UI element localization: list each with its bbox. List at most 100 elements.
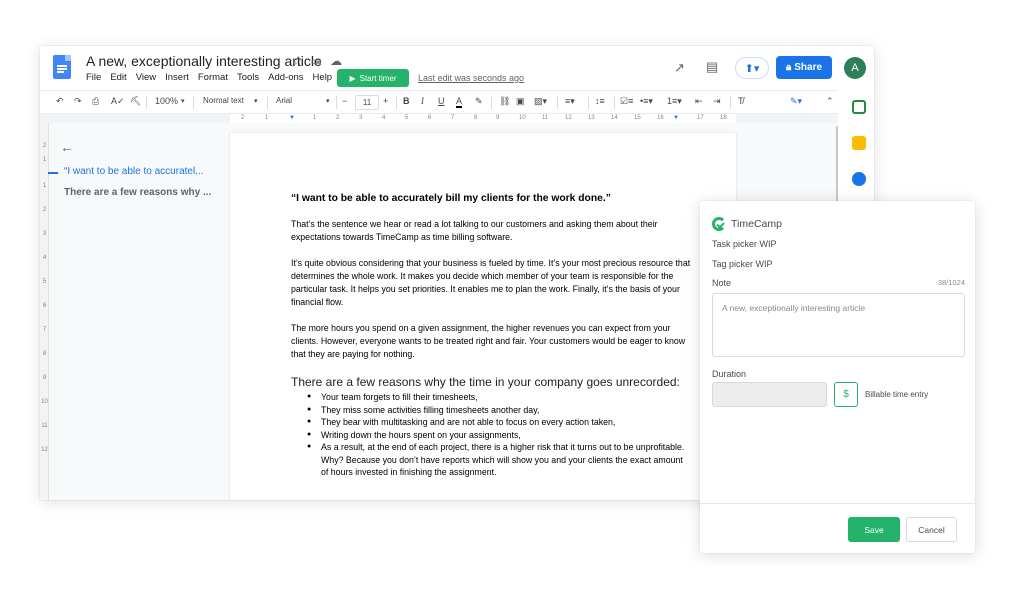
print-icon[interactable]: ⎙: [92, 96, 99, 107]
present-icon: ⬆▾: [744, 62, 760, 75]
chevron-down-icon[interactable]: ▾: [181, 97, 185, 105]
tasks-icon[interactable]: [852, 172, 866, 186]
ruler-number: 10: [519, 115, 526, 121]
checklist-icon[interactable]: ☑≡: [620, 96, 633, 107]
clear-formatting-icon[interactable]: T̸: [738, 96, 744, 106]
list-item: They miss some activities filling timesh…: [291, 404, 691, 417]
spellcheck-icon[interactable]: A✓: [111, 96, 125, 107]
ruler-indent-marker[interactable]: ▼: [289, 114, 295, 123]
text-color-icon[interactable]: A: [456, 96, 463, 108]
comments-icon[interactable]: ▤: [706, 59, 718, 75]
italic-icon[interactable]: I: [421, 96, 424, 106]
task-picker[interactable]: Task picker WIP: [712, 239, 777, 249]
start-timer-label: Start timer: [359, 73, 397, 83]
avatar[interactable]: A: [844, 57, 866, 79]
divider: [588, 96, 589, 109]
activity-trend-icon[interactable]: ↗: [674, 60, 685, 76]
decrease-font-size-icon[interactable]: −: [342, 96, 347, 106]
keep-icon[interactable]: [852, 136, 866, 150]
vruler-number: 8: [42, 351, 47, 357]
document-subheading: There are a few reasons why the time in …: [291, 375, 680, 389]
bullet-list: Your team forgets to fill their timeshee…: [291, 391, 691, 479]
save-button[interactable]: Save: [848, 517, 900, 542]
underline-icon[interactable]: U: [438, 96, 445, 106]
document-page[interactable]: “I want to be able to accurately bill my…: [230, 133, 736, 500]
present-button[interactable]: ⬆▾: [735, 57, 769, 79]
last-edit-link[interactable]: Last edit was seconds ago: [418, 73, 524, 83]
divider: [193, 96, 194, 109]
share-button[interactable]: 🔒︎ Share: [776, 56, 832, 79]
numbered-list-icon[interactable]: 1≡▾: [667, 96, 682, 107]
ruler-number: 2: [336, 115, 340, 121]
start-timer-button[interactable]: ▶ Start timer: [337, 69, 409, 87]
menu-insert[interactable]: Insert: [165, 72, 189, 83]
menu-bar: File Edit View Insert Format Tools Add-o…: [86, 72, 332, 83]
note-character-counter: 38/1024: [937, 278, 965, 287]
vruler-number: 1: [42, 183, 47, 189]
comment-icon[interactable]: ▣: [516, 96, 525, 107]
align-icon[interactable]: ≡▾: [565, 96, 575, 107]
vruler-number: 2: [42, 143, 47, 149]
ruler-number: 6: [428, 115, 432, 121]
ruler-number: 8: [474, 115, 478, 121]
tag-picker[interactable]: Tag picker WIP: [712, 259, 773, 269]
chevron-down-icon[interactable]: ▾: [326, 97, 330, 105]
note-textarea[interactable]: A new, exceptionally interesting article: [712, 293, 965, 357]
chevron-down-icon[interactable]: ▾: [254, 97, 258, 105]
timecamp-brand: TimeCamp: [731, 218, 782, 230]
vruler-number: 1: [42, 157, 47, 163]
menu-view[interactable]: View: [136, 72, 156, 83]
divider: [557, 96, 558, 109]
undo-icon[interactable]: ↶: [56, 96, 64, 107]
style-select[interactable]: Normal text: [203, 96, 244, 105]
divider: [146, 96, 147, 109]
ruler-number: 2: [241, 115, 245, 121]
calendar-icon[interactable]: [852, 100, 866, 114]
docs-logo-icon[interactable]: [53, 55, 71, 79]
bulleted-list-icon[interactable]: •≡▾: [640, 96, 653, 107]
vruler-number: 12: [41, 447, 48, 453]
highlight-icon[interactable]: ✎: [475, 96, 483, 107]
cloud-status-icon[interactable]: ☁: [330, 54, 342, 68]
ruler-number: 9: [496, 115, 500, 121]
menu-tools[interactable]: Tools: [237, 72, 259, 83]
menu-edit[interactable]: Edit: [110, 72, 126, 83]
line-spacing-icon[interactable]: ↕≡: [595, 96, 605, 106]
ruler-right-marker[interactable]: ▼: [673, 114, 679, 123]
document-title[interactable]: A new, exceptionally interesting article: [86, 53, 322, 69]
vruler-number: 9: [42, 375, 47, 381]
link-icon[interactable]: ⛓: [499, 96, 510, 107]
increase-font-size-icon[interactable]: +: [383, 96, 388, 106]
image-icon[interactable]: ▨▾: [534, 96, 547, 107]
menu-help[interactable]: Help: [313, 72, 333, 83]
list-item: They bear with multitasking and are not …: [291, 416, 691, 429]
redo-icon[interactable]: ↷: [74, 96, 82, 107]
paint-format-icon[interactable]: ⛏: [130, 96, 141, 107]
billable-toggle[interactable]: $: [834, 382, 858, 407]
font-select[interactable]: Arial: [276, 96, 292, 105]
vruler-number: 10: [41, 399, 48, 405]
docs-title-bar: A new, exceptionally interesting article…: [40, 46, 874, 88]
bold-icon[interactable]: B: [403, 96, 410, 106]
document-heading: “I want to be able to accurately bill my…: [291, 193, 611, 204]
menu-addons[interactable]: Add-ons: [268, 72, 303, 83]
increase-indent-icon[interactable]: ⇥: [713, 96, 721, 107]
duration-input[interactable]: [712, 382, 827, 407]
back-arrow-icon[interactable]: ←: [60, 139, 74, 155]
dollar-icon: $: [843, 389, 849, 400]
editing-mode-icon[interactable]: ✎▾: [790, 96, 802, 107]
menu-file[interactable]: File: [86, 72, 101, 83]
menu-format[interactable]: Format: [198, 72, 228, 83]
star-icon[interactable]: ☆: [292, 54, 303, 68]
timecamp-panel: TimeCamp Task picker WIP Tag picker WIP …: [700, 201, 975, 553]
outline-item-1[interactable]: “I want to be able to accuratel...: [64, 166, 204, 177]
collapse-toolbar-icon[interactable]: ⌃: [826, 96, 834, 107]
move-folder-icon[interactable]: ▭: [311, 54, 322, 68]
zoom-select[interactable]: 100%: [155, 96, 178, 106]
outline-item-2[interactable]: There are a few reasons why ...: [64, 187, 211, 198]
decrease-indent-icon[interactable]: ⇤: [695, 96, 703, 107]
cancel-button[interactable]: Cancel: [906, 517, 957, 542]
ruler-number: 3: [359, 115, 363, 121]
divider: [491, 96, 492, 109]
font-size-input[interactable]: 11: [355, 95, 379, 110]
